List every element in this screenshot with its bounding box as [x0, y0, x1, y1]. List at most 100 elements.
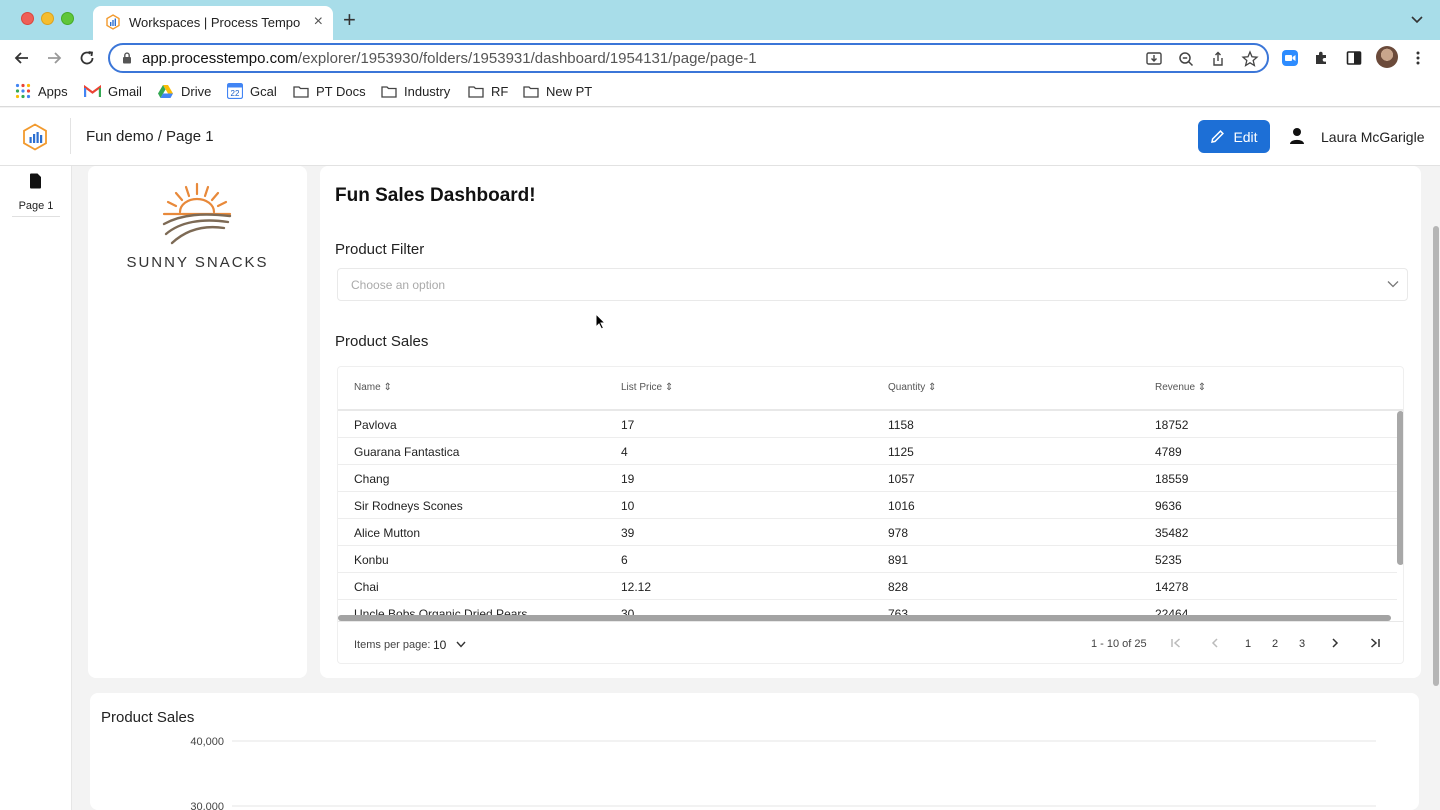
tab-close-icon[interactable]: ×	[314, 13, 323, 31]
cell-name: Chai	[354, 580, 379, 594]
address-bar[interactable]: app.processtempo.com/explorer/1953930/fo…	[108, 43, 1269, 73]
pencil-icon	[1211, 130, 1225, 143]
bookmark-label: Apps	[38, 83, 68, 99]
window-minimize-button[interactable]	[41, 12, 54, 25]
product-sales-chart: 40,000 30,000	[190, 736, 1376, 810]
chevron-down-icon[interactable]	[456, 641, 466, 648]
chevron-down-icon	[1387, 281, 1399, 288]
cell-revenue: 35482	[1155, 526, 1189, 540]
zoom-icon[interactable]	[1177, 50, 1195, 68]
cell-revenue: 18752	[1155, 418, 1189, 432]
bookmark-drive[interactable]: Drive	[157, 82, 211, 100]
cell-name: Chang	[354, 472, 390, 486]
column-header-name[interactable]: Name ⇕	[354, 382, 392, 393]
process-tempo-logo-icon[interactable]	[22, 123, 48, 151]
page-number-3[interactable]: 3	[1299, 638, 1305, 650]
new-tab-button[interactable]: +	[343, 9, 356, 31]
share-icon[interactable]	[1209, 50, 1227, 68]
cell-revenue: 9636	[1155, 499, 1182, 513]
brand-logo-card: SUNNY SNACKS	[88, 166, 307, 678]
previous-page-icon[interactable]	[1208, 636, 1222, 650]
page-vertical-scrollbar[interactable]	[1433, 226, 1439, 686]
cell-list-price: 12.12	[621, 580, 652, 594]
product-sales-table-title: Product Sales	[335, 333, 429, 350]
back-arrow-icon[interactable]	[12, 48, 32, 68]
extensions-puzzle-icon[interactable]	[1313, 49, 1331, 67]
edit-button-label: Edit	[1233, 128, 1258, 145]
table-row[interactable]: Pavlova 17 1158 18752	[338, 411, 1397, 438]
header-divider	[70, 118, 71, 154]
bookmark-gmail[interactable]: Gmail	[84, 82, 142, 100]
column-header-list-price[interactable]: List Price ⇕	[621, 382, 673, 393]
y-axis-tick-label: 30,000	[190, 801, 224, 810]
bookmark-pt-docs[interactable]: PT Docs	[293, 82, 366, 100]
user-name[interactable]: Laura McGarigle	[1321, 129, 1425, 145]
cell-revenue: 18559	[1155, 472, 1189, 486]
table-row[interactable]: Konbu 6 891 5235	[338, 546, 1397, 573]
bookmark-label: PT Docs	[316, 83, 366, 99]
cell-quantity: 1016	[888, 499, 915, 513]
cell-quantity: 1125	[888, 445, 914, 459]
table-row[interactable]: Uncle Bobs Organic Dried Pears 30 763 22…	[338, 600, 1397, 615]
browser-menu-icon[interactable]	[1409, 49, 1427, 67]
gmail-icon	[84, 84, 101, 97]
install-app-icon[interactable]	[1145, 50, 1163, 68]
bookmark-apps[interactable]: Apps	[15, 82, 68, 100]
cell-quantity: 828	[888, 580, 909, 594]
next-page-icon[interactable]	[1328, 636, 1342, 650]
bookmarks-bar: Apps Gmail Drive 22 Gcal PT Docs Industr…	[0, 76, 1440, 107]
bookmark-label: Industry	[404, 83, 451, 99]
apps-grid-icon	[15, 83, 31, 99]
table-row[interactable]: Guarana Fantastica 4 1125 4789	[338, 438, 1397, 465]
app-header: Fun demo / Page 1 Edit Laura McGarigle	[0, 108, 1440, 166]
cell-revenue: 22464	[1155, 607, 1189, 615]
mouse-cursor-icon	[595, 313, 606, 330]
bookmark-industry[interactable]: Industry	[381, 82, 450, 100]
cell-name: Sir Rodneys Scones	[354, 499, 463, 513]
bookmark-new-pt[interactable]: New PT	[523, 82, 592, 100]
cell-list-price: 4	[621, 445, 628, 459]
cell-name: Uncle Bobs Organic Dried Pears	[354, 607, 528, 615]
table-row[interactable]: Chang 19 1057 18559	[338, 465, 1397, 492]
bookmark-rf[interactable]: RF	[468, 82, 508, 100]
table-row[interactable]: Chai 12.12 828 14278	[338, 573, 1397, 600]
cell-quantity: 1057	[888, 472, 915, 486]
cell-quantity: 763	[888, 607, 909, 615]
cell-list-price: 39	[621, 526, 635, 540]
zoom-extension-icon[interactable]	[1281, 49, 1299, 67]
reload-icon[interactable]	[77, 48, 97, 68]
table-vertical-scrollbar[interactable]	[1397, 411, 1403, 565]
column-header-revenue[interactable]: Revenue ⇕	[1155, 382, 1206, 393]
page-number-2[interactable]: 2	[1272, 638, 1278, 650]
bookmark-label: Gmail	[108, 83, 142, 99]
window-maximize-button[interactable]	[61, 12, 74, 25]
folder-icon	[468, 85, 484, 98]
table-row[interactable]: Alice Mutton 39 978 35482	[338, 519, 1397, 546]
drive-icon	[158, 84, 173, 98]
profile-avatar[interactable]	[1376, 46, 1398, 68]
folder-icon	[523, 85, 539, 98]
table-row[interactable]: Sir Rodneys Scones 10 1016 9636	[338, 492, 1397, 519]
browser-tab[interactable]: Workspaces | Process Tempo ×	[93, 6, 333, 40]
table-body: Pavlova 17 1158 18752 Guarana Fantastica…	[338, 411, 1397, 615]
bookmark-label: Gcal	[250, 83, 277, 99]
side-panel-icon[interactable]	[1345, 49, 1363, 67]
cell-name: Guarana Fantastica	[354, 445, 460, 459]
page-number-1[interactable]: 1	[1245, 638, 1251, 650]
column-header-quantity[interactable]: Quantity ⇕	[888, 382, 936, 393]
edit-button[interactable]: Edit	[1198, 120, 1270, 153]
tab-title: Workspaces | Process Tempo	[129, 15, 301, 30]
forward-arrow-icon[interactable]	[44, 48, 64, 68]
window-close-button[interactable]	[21, 12, 34, 25]
items-per-page-label: Items per page:	[354, 639, 431, 651]
user-icon[interactable]	[1289, 127, 1305, 145]
tab-search-chevron-icon[interactable]	[1410, 12, 1424, 26]
process-tempo-favicon-icon	[106, 14, 120, 30]
last-page-icon[interactable]	[1368, 636, 1382, 650]
bookmark-star-icon[interactable]	[1241, 50, 1259, 68]
bookmark-gcal[interactable]: 22 Gcal	[227, 82, 277, 100]
items-per-page-select[interactable]: 10	[433, 638, 446, 652]
product-filter-select[interactable]: Choose an option	[337, 268, 1408, 301]
table-paginator: Items per page: 10 1 - 10 of 25 1 2 3	[338, 621, 1403, 663]
first-page-icon[interactable]	[1169, 636, 1183, 650]
